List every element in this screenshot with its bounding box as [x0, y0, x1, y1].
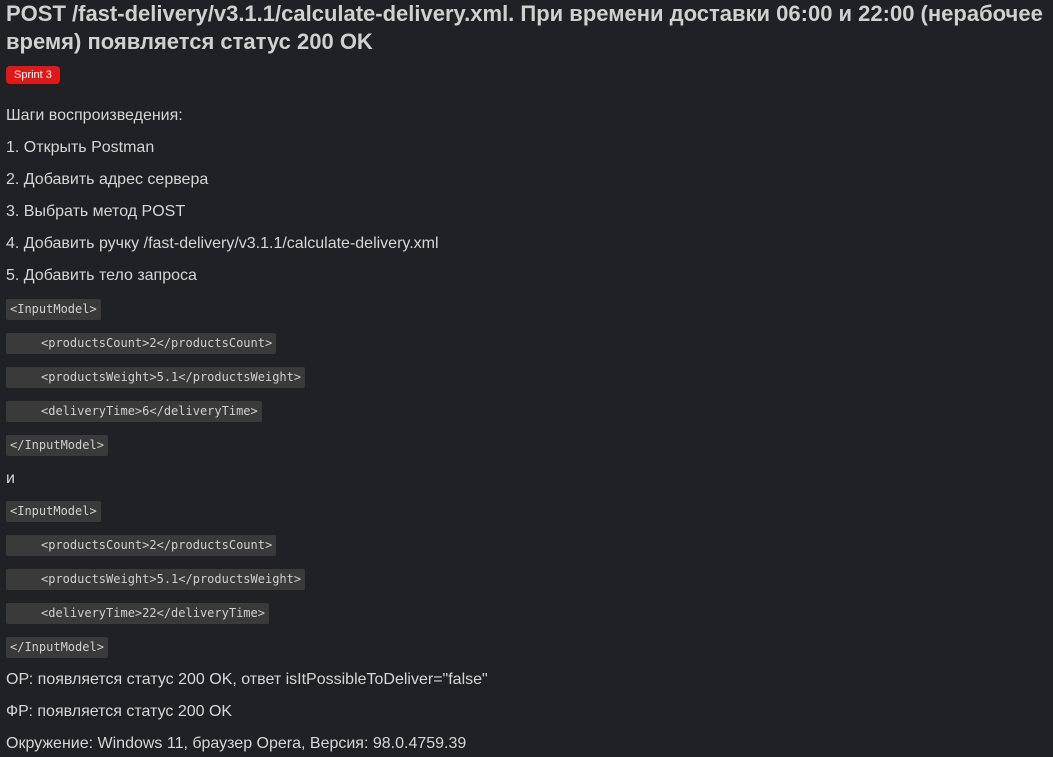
code-text: <productsWeight>5.1</productsWeight>	[41, 572, 302, 586]
environment-info: Окружение: Windows 11, браузер Opera, Ве…	[6, 735, 467, 752]
actual-result: ФР: появляется статус 200 OK	[6, 703, 233, 720]
code-line: <productsWeight>5.1</productsWeight>	[6, 569, 306, 590]
code-line: <deliveryTime>22</deliveryTime>	[6, 603, 269, 624]
code-text: <deliveryTime>6</deliveryTime>	[41, 404, 258, 418]
code-line: <productsWeight>5.1</productsWeight>	[6, 367, 306, 388]
code-text: <deliveryTime>22</deliveryTime>	[41, 606, 265, 620]
code-line: <deliveryTime>6</deliveryTime>	[6, 401, 262, 422]
code-line: <productsCount>2</productsCount>	[6, 535, 277, 556]
step-item: 2. Добавить адрес сервера	[6, 171, 209, 188]
steps-heading: Шаги воспроизведения:	[6, 107, 183, 124]
issue-page: POST /fast-delivery/v3.1.1/calculate-del…	[0, 0, 1053, 757]
code-line: </InputModel>	[6, 435, 108, 456]
expected-result: ОР: появляется статус 200 OK, ответ isIt…	[6, 671, 488, 688]
step-item: 5. Добавить тело запроса	[6, 267, 197, 284]
code-text: <productsCount>2</productsCount>	[41, 336, 273, 350]
sprint-badge[interactable]: Sprint 3	[6, 66, 60, 84]
step-item: 3. Выбрать метод POST	[6, 203, 186, 220]
code-text: <productsCount>2</productsCount>	[41, 538, 273, 552]
code-line: <InputModel>	[6, 299, 101, 320]
code-text: <productsWeight>5.1</productsWeight>	[41, 370, 302, 384]
conjunction-text: и	[6, 470, 15, 487]
issue-title: POST /fast-delivery/v3.1.1/calculate-del…	[6, 1, 1043, 54]
code-line: <productsCount>2</productsCount>	[6, 333, 277, 354]
step-item: 4. Добавить ручку /fast-delivery/v3.1.1/…	[6, 235, 439, 252]
step-item: 1. Открыть Postman	[6, 139, 155, 156]
code-line: </InputModel>	[6, 637, 108, 658]
code-line: <InputModel>	[6, 501, 101, 522]
